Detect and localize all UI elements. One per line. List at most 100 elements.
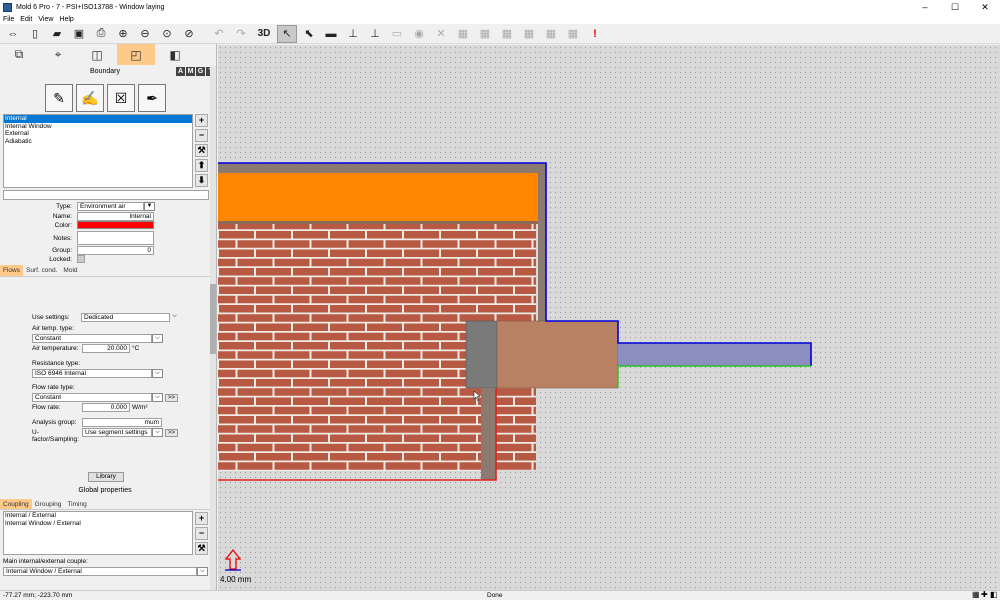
dimension-alt-icon[interactable]: ⊥ [365,25,385,43]
tab-results-icon[interactable]: ◧ [156,44,194,65]
notes-field[interactable] [77,231,154,245]
results-icon-4[interactable]: ▦ [519,25,539,43]
air-temp-field[interactable]: 20.000 [82,344,130,353]
sidebar-scroll-thumb[interactable] [210,284,216,354]
list-item[interactable]: Internal Window [4,123,192,131]
resistance-type-select[interactable]: ISO 6946 Internal [32,369,152,378]
zoom-out-icon[interactable]: ⊖ [135,25,155,43]
amg-m-button[interactable]: M [186,67,195,76]
results-icon-6[interactable]: ▦ [563,25,583,43]
draw-curve-boundary-icon[interactable]: ✍ [76,84,104,112]
chevron-down-icon[interactable]: ⌵ [152,369,163,378]
locked-checkbox[interactable] [77,255,85,263]
dimension-icon[interactable]: ⊥ [343,25,363,43]
chevron-down-icon[interactable]: ⌵ [169,313,180,322]
hide-cross-icon[interactable]: ✕ [431,25,451,43]
ufactor-more-button[interactable]: >> [165,429,178,437]
layers-icon[interactable]: ◧ [990,591,998,599]
select-region-icon[interactable]: ⬉ [299,25,319,43]
tab-mold[interactable]: Mold [60,265,80,276]
analysis-group-field[interactable]: mum [82,418,162,427]
pick-boundary-icon[interactable]: ✒ [138,84,166,112]
list-item[interactable]: Internal Window / External [4,520,192,528]
tab-grouping[interactable]: Grouping [32,499,65,509]
new-file-icon[interactable]: ▯ [25,25,45,43]
air-temp-type-select[interactable]: Constant [32,334,152,343]
amg-g-button[interactable]: G [196,67,205,76]
orientation-arrow-icon [224,548,242,570]
tab-surf-cond[interactable]: Surf. cond. [23,265,60,276]
undo-icon[interactable]: ↶ [209,25,229,43]
tab-timing[interactable]: Timing [64,499,89,509]
list-item[interactable]: External [4,130,192,138]
add-icon[interactable]: + [195,114,208,127]
view-3d-button[interactable]: 3D [253,25,275,43]
chevron-down-icon[interactable]: ⌵ [152,428,163,437]
results-icon-2[interactable]: ▦ [475,25,495,43]
comment-icon[interactable]: ▭ [387,25,407,43]
flow-rate-field[interactable]: 0.000 [82,403,130,412]
group-field[interactable]: 0 [77,246,154,255]
use-settings-select[interactable]: Dedicated [81,313,170,322]
amg-a-button[interactable]: A [176,67,185,76]
library-button[interactable]: Library [88,472,124,482]
results-icon-3[interactable]: ▦ [497,25,517,43]
measure-icon[interactable]: ▬ [321,25,341,43]
redo-icon[interactable]: ↷ [231,25,251,43]
move-down-icon[interactable]: ⬇ [195,174,208,187]
tab-coupling[interactable]: Coupling [0,499,32,509]
color-swatch[interactable] [77,221,154,229]
remove-icon[interactable]: − [195,527,208,540]
minimize-button[interactable]: – [910,0,940,14]
tab-flows[interactable]: Flows [0,265,23,276]
zoom-in-icon[interactable]: ⊕ [113,25,133,43]
menu-view[interactable]: View [38,16,53,23]
tab-geometry-icon[interactable]: ⧉ [0,44,38,65]
tab-boundary-icon[interactable]: ◰ [117,44,155,65]
menu-help[interactable]: Help [59,16,73,23]
tab-grid-icon[interactable]: ⌖ [39,44,77,65]
list-item[interactable]: Adiabatic [4,138,192,146]
zoom-fit-icon[interactable]: ⊙ [157,25,177,43]
chevron-down-icon[interactable]: ⌵ [152,334,163,343]
visibility-eye-icon[interactable]: ◉ [409,25,429,43]
chevron-down-icon[interactable]: ⌵ [197,567,208,576]
grid-icon[interactable]: ▦ [972,591,980,599]
tab-materials-icon[interactable]: ◫ [78,44,116,65]
add-icon[interactable]: + [195,512,208,525]
boundary-name-bar[interactable] [3,190,209,200]
results-icon-5[interactable]: ▦ [541,25,561,43]
status-corner-icons: ▦ ✚ ◧ [971,591,998,599]
flow-rate-more-button[interactable]: >> [165,394,178,402]
maximize-button[interactable]: ☐ [940,0,970,14]
move-up-icon[interactable]: ⬆ [195,159,208,172]
edit-wrench-icon[interactable]: ⚒ [195,144,208,157]
zoom-window-icon[interactable]: ⊘ [179,25,199,43]
draw-boundary-icon[interactable]: ✎ [45,84,73,112]
chevron-down-icon[interactable]: ⌵ [152,393,163,402]
crosshair-icon[interactable]: ✚ [981,591,989,599]
open-folder-icon[interactable]: ▰ [47,25,67,43]
list-item[interactable]: Internal / External [4,512,192,520]
type-select[interactable]: Environment air [77,202,144,211]
name-field[interactable]: Internal [77,212,154,221]
save-icon[interactable]: ▣ [69,25,89,43]
swap-arrows-icon[interactable]: ⇔ [3,25,23,43]
air-temp-label: Air temperature: [32,345,79,352]
list-item[interactable]: Internal [4,115,192,123]
remove-icon[interactable]: − [195,129,208,142]
menu-file[interactable]: File [3,16,14,23]
select-pointer-icon[interactable]: ↖ [277,24,297,43]
print-icon[interactable]: ⎙ [91,25,111,43]
main-couple-select[interactable]: Internal Window / External [3,567,197,576]
edit-wrench-icon[interactable]: ⚒ [195,542,208,555]
drawing-canvas[interactable]: 4.00 mm [218,45,1000,590]
results-icon-1[interactable]: ▦ [453,25,473,43]
flow-rate-type-select[interactable]: Constant [32,393,152,402]
close-button[interactable]: ✕ [970,0,1000,14]
ufactor-select[interactable]: Use segment settings [82,428,152,437]
menu-edit[interactable]: Edit [20,16,32,23]
warning-exclamation-icon[interactable]: ! [585,25,605,43]
chevron-down-icon[interactable]: ▼ [144,202,155,211]
delete-boundary-icon[interactable]: ☒ [107,84,135,112]
